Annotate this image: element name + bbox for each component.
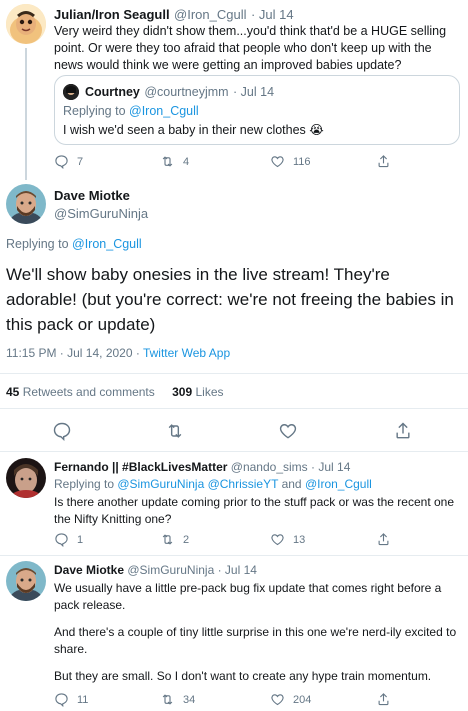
tweet-date[interactable]: · Jul 14 [251, 7, 294, 22]
replying-to-label: Replying to [54, 477, 118, 491]
retweet-button[interactable]: 34 [160, 692, 195, 707]
retweet-button[interactable]: 2 [160, 532, 189, 547]
tweet-text: Is there another update coming prior to … [54, 495, 455, 526]
reply-icon [55, 533, 68, 547]
reply-icon [55, 155, 68, 169]
like-button[interactable]: 204 [270, 692, 311, 707]
retweet-count: 2 [183, 533, 190, 546]
quote-date: · Jul 14 [233, 85, 275, 99]
author-name[interactable]: Fernando || #BlackLivesMatter [54, 460, 227, 474]
retweets-stat[interactable]: 45 Retweets and comments [6, 385, 155, 399]
tweet-date[interactable]: · Jul 14 [218, 563, 257, 577]
likes-stat[interactable]: 309 Likes [172, 385, 223, 399]
divider [0, 555, 468, 556]
share-button[interactable] [376, 154, 399, 169]
replying-to-label: Replying to [6, 237, 73, 251]
author-handle[interactable]: @Iron_Cgull [174, 7, 246, 22]
tweet-text: And there's a couple of tiny little surp… [54, 625, 457, 656]
heart-icon [271, 694, 284, 706]
share-button[interactable] [393, 421, 413, 441]
like-count: 13 [293, 533, 306, 546]
share-icon [378, 155, 389, 168]
reply-button[interactable]: 11 [54, 692, 88, 707]
quote-author-handle: @courtneyjmm [144, 85, 229, 99]
quote-author-name: Courtney [85, 85, 140, 99]
tweet-text: But they are small. So I don't want to c… [54, 669, 432, 683]
likes-label: Likes [195, 385, 224, 399]
stats-row: 45 Retweets and comments 309 Likes [6, 385, 224, 399]
retweet-icon [162, 694, 173, 705]
retweet-count: 4 [183, 155, 190, 168]
reply-count: 7 [77, 155, 84, 168]
author-name[interactable]: Julian/Iron Seagull [54, 7, 170, 22]
tweet1-header: Julian/Iron Seagull @Iron_Cgull · Jul 14 [54, 6, 294, 24]
author-handle[interactable]: @SimGuruNinja [54, 206, 148, 221]
quote-text: I wish we'd seen a baby in their new clo… [63, 123, 324, 137]
like-button[interactable]: 116 [270, 154, 311, 169]
author-name[interactable]: Dave Miotke [54, 188, 130, 203]
share-button[interactable] [376, 692, 399, 707]
reply-icon [53, 422, 71, 442]
retweet-count: 34 [183, 693, 196, 706]
main-tweet-text: We'll show baby onesies in the live stre… [6, 265, 454, 334]
heart-icon [271, 156, 284, 168]
avatar-dave[interactable] [6, 561, 46, 601]
retweet-button[interactable]: 4 [160, 154, 189, 169]
avatar-fernando[interactable] [6, 458, 46, 498]
share-icon [378, 693, 389, 706]
like-count: 116 [293, 155, 311, 168]
replying-to-and: and [278, 477, 305, 491]
heart-icon [279, 424, 297, 439]
like-button[interactable]: 13 [270, 532, 305, 547]
tweet-text: Very weird they didn't show them...you'd… [54, 24, 447, 72]
avatar-julian[interactable] [6, 4, 46, 44]
reply-button[interactable] [52, 421, 72, 442]
like-count: 204 [293, 693, 312, 706]
divider [0, 451, 468, 452]
author-name[interactable]: Dave Miotke [54, 563, 124, 577]
author-handle[interactable]: @SimGuruNinja [127, 563, 214, 577]
avatar-courtney [63, 84, 79, 100]
quoted-tweet[interactable]: Courtney @courtneyjmm · Jul 14 Replying … [54, 75, 460, 145]
heart-icon [271, 534, 284, 546]
reply-icon [55, 693, 68, 707]
divider [0, 408, 468, 409]
reply-count: 11 [77, 693, 89, 706]
replying-to-handle[interactable]: @Iron_Cgull [129, 104, 199, 118]
tweet-date[interactable]: · Jul 14 [311, 460, 350, 474]
reply-count: 1 [77, 533, 84, 546]
thread-line [25, 48, 27, 180]
replying-to-handle[interactable]: @Iron_Cgull [72, 237, 142, 251]
share-button[interactable] [376, 532, 399, 547]
share-icon [396, 422, 410, 439]
share-icon [378, 533, 389, 546]
retweet-button[interactable] [165, 421, 185, 441]
retweet-icon [162, 534, 173, 545]
tweet-timestamp[interactable]: 11:15 PM · Jul 14, 2020 · [6, 346, 143, 360]
retweet-icon [162, 156, 173, 167]
divider [0, 373, 468, 374]
retweets-count: 45 [6, 385, 20, 399]
replying-to-label: Replying to [63, 104, 130, 118]
replying-to-handles[interactable]: @SimGuruNinja @ChrissieYT [117, 477, 278, 491]
replying-to-handle[interactable]: @Iron_Cgull [305, 477, 372, 491]
like-button[interactable] [278, 421, 298, 441]
tweet-text: We usually have a little pre-pack bug fi… [54, 581, 442, 612]
retweets-label: Retweets and comments [22, 385, 155, 399]
tweet-source[interactable]: Twitter Web App [143, 346, 230, 360]
retweet-icon [168, 424, 182, 438]
avatar-dave[interactable] [6, 184, 46, 224]
likes-count: 309 [172, 385, 193, 399]
author-handle[interactable]: @nando_sims [231, 460, 308, 474]
reply-button[interactable]: 7 [54, 154, 83, 169]
reply-button[interactable]: 1 [54, 532, 83, 547]
